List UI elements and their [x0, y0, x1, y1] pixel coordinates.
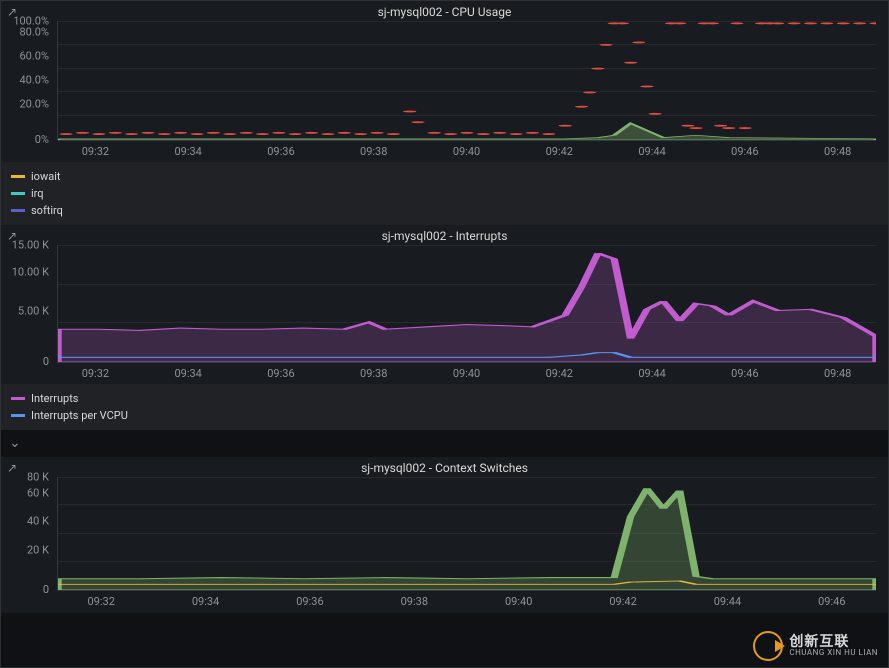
- chart-context-switches[interactable]: 0 20 K 40 K 60 K 80 K: [9, 477, 880, 591]
- legend-item-interrupts-vcpu[interactable]: Interrupts per VCPU: [11, 407, 878, 424]
- yaxis: 0 20 K 40 K 60 K 80 K: [9, 477, 53, 591]
- watermark-cn: 创新互联: [789, 635, 878, 649]
- plot-area: [57, 477, 876, 591]
- plot-area: [57, 245, 876, 363]
- panel-title: sj-mysql002 - CPU Usage: [1, 1, 888, 21]
- chart-cpu[interactable]: 0% 20.0% 40.0% 60.0% 80.0% 100.0%: [9, 21, 880, 141]
- yaxis: 0% 20.0% 40.0% 60.0% 80.0% 100.0%: [9, 21, 53, 141]
- legend-item-interrupts[interactable]: Interrupts: [11, 390, 878, 407]
- panel-title: sj-mysql002 - Interrupts: [1, 225, 888, 245]
- yaxis: 0 5.00 K 10.00 K 15.00 K: [9, 245, 53, 363]
- watermark: 创新互联 CHUANG XIN HU LIAN: [753, 631, 878, 661]
- legend-item-iowait[interactable]: iowait: [11, 168, 878, 185]
- legend-item-softirq[interactable]: softirq: [11, 202, 878, 219]
- panel-title: sj-mysql002 - Context Switches: [1, 457, 888, 477]
- panel-interrupts: ↗ sj-mysql002 - Interrupts 0 5.00 K 10.0…: [1, 225, 888, 429]
- watermark-en: CHUANG XIN HU LIAN: [789, 649, 878, 657]
- panel-context-switches: ↗ sj-mysql002 - Context Switches 0 20 K …: [1, 457, 888, 615]
- row-collapse[interactable]: [1, 429, 888, 457]
- plot-area: [57, 21, 876, 141]
- panel-cpu-usage: ↗ sj-mysql002 - CPU Usage 0% 20.0% 40.0%…: [1, 1, 888, 197]
- legend-item-irq[interactable]: irq: [11, 185, 878, 202]
- chart-interrupts[interactable]: 0 5.00 K 10.00 K 15.00 K: [9, 245, 880, 363]
- legend: Interrupts Interrupts per VCPU: [1, 384, 888, 430]
- panel-link-icon[interactable]: ↗: [7, 461, 17, 475]
- legend: iowait irq softirq: [1, 162, 888, 225]
- xaxis: 09:3209:3409:3609:3809:4009:4209:4409:46…: [1, 141, 888, 162]
- xaxis: 09:3209:3409:3609:3809:4009:4209:4409:46…: [1, 363, 888, 384]
- watermark-logo-icon: [753, 631, 783, 661]
- xaxis: 09:3209:3409:3609:3809:4009:4209:4409:46: [1, 591, 888, 612]
